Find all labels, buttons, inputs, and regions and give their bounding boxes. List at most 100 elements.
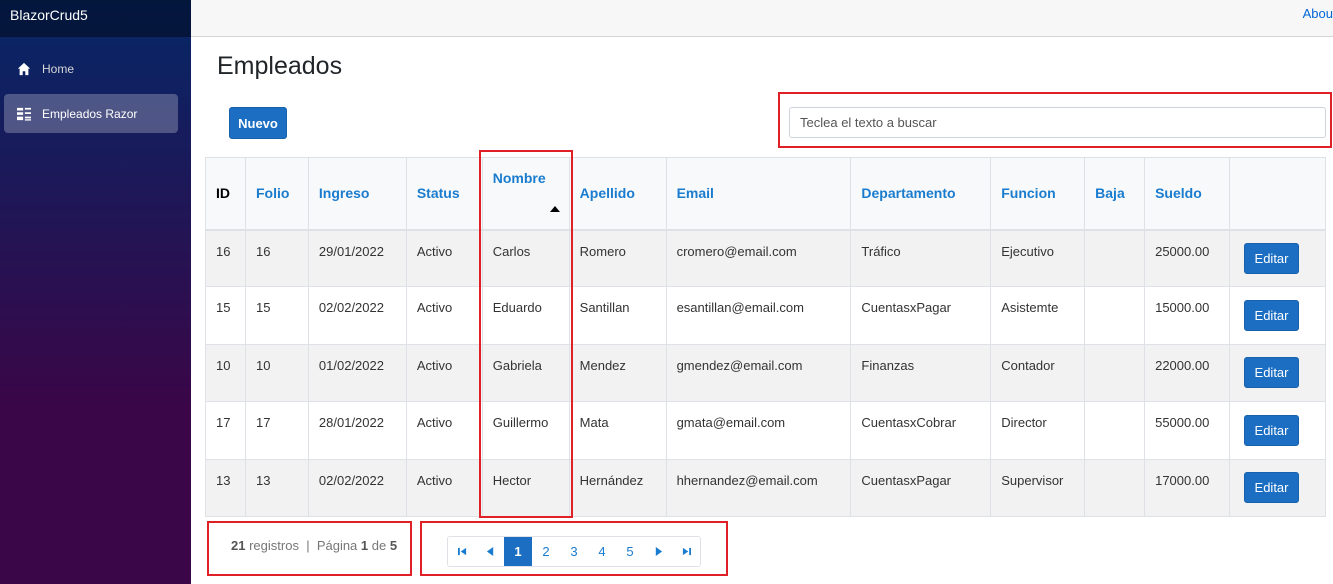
table-cell: Tráfico	[850, 228, 992, 288]
page-3-button[interactable]: 3	[560, 537, 588, 566]
table-cell: esantillan@email.com	[665, 286, 852, 345]
current-page-number: 1	[360, 538, 369, 553]
table-cell: cromero@email.com	[665, 228, 852, 288]
table-cell: Activo	[405, 343, 483, 403]
table-cell: 17000.00	[1144, 458, 1231, 517]
edit-button[interactable]: Editar	[1244, 357, 1300, 389]
column-header-status[interactable]: Status	[405, 157, 483, 231]
page-5-button[interactable]: 5	[616, 537, 644, 566]
table-cell: Activo	[405, 458, 483, 517]
page-label: Página	[316, 538, 358, 553]
table-cell: Mendez	[568, 343, 667, 403]
table-cell: 02/02/2022	[307, 286, 407, 345]
table-cell: Director	[990, 401, 1086, 460]
column-header-folio[interactable]: Folio	[244, 157, 309, 231]
table-cell: 02/02/2022	[307, 458, 407, 517]
of-label: de	[371, 538, 387, 553]
page-4-button[interactable]: 4	[588, 537, 616, 566]
table-row: 10 10 01/02/2022 Activo Gabriela Mendez gmende…	[205, 343, 1326, 403]
table-cell: gmata@email.com	[665, 401, 852, 460]
table-cell: hhernandez@email.com	[665, 458, 852, 517]
table-cell	[1084, 343, 1146, 403]
actions-cell: Editar	[1229, 286, 1326, 345]
actions-cell: Editar	[1229, 401, 1326, 460]
table-cell: 16	[205, 228, 246, 288]
search-input[interactable]	[789, 107, 1326, 138]
records-label: registros	[249, 538, 299, 553]
sidebar-item-home[interactable]: Home	[4, 49, 178, 88]
table-cell: Gabriela	[481, 343, 570, 403]
list-icon	[16, 106, 32, 122]
home-icon	[16, 61, 32, 77]
table-cell: Romero	[568, 228, 667, 288]
page-1-button[interactable]: 1	[504, 537, 532, 566]
table-cell: Activo	[405, 286, 483, 345]
brand-title[interactable]: BlazorCrud5	[0, 0, 191, 37]
actions-cell: Editar	[1229, 228, 1326, 288]
sidebar-item-empleados-razor[interactable]: Empleados Razor	[4, 94, 178, 133]
table-cell: 17	[205, 401, 246, 460]
edit-button[interactable]: Editar	[1244, 414, 1300, 446]
table-cell: Supervisor	[990, 458, 1086, 517]
table-cell: Santillan	[568, 286, 667, 345]
table-cell: Eduardo	[481, 286, 570, 345]
first-page-button[interactable]	[448, 537, 476, 566]
column-header-sueldo[interactable]: Sueldo	[1144, 157, 1231, 231]
pagination: 1 2 3 4 5	[447, 536, 701, 567]
previous-page-button[interactable]	[476, 537, 504, 566]
table-cell: Carlos	[481, 228, 570, 288]
about-link[interactable]: Abou	[1303, 6, 1333, 21]
table-cell: CuentasxPagar	[850, 286, 992, 345]
column-header-nombre[interactable]: Nombre	[481, 157, 570, 231]
column-header-departamento[interactable]: Departamento	[850, 157, 992, 231]
edit-button[interactable]: Editar	[1244, 472, 1300, 504]
next-page-icon	[655, 547, 662, 556]
table-cell: 15000.00	[1144, 286, 1231, 345]
column-header-baja[interactable]: Baja	[1084, 157, 1146, 231]
last-page-button[interactable]	[672, 537, 700, 566]
sidebar-item-label: Home	[42, 61, 75, 76]
table-cell: 55000.00	[1144, 401, 1231, 460]
table-cell: Finanzas	[850, 343, 992, 403]
page-2-button[interactable]: 2	[532, 537, 560, 566]
table-cell: Guillermo	[481, 401, 570, 460]
table-row: 16 16 29/01/2022 Activo Carlos Romero cromero@…	[205, 228, 1326, 288]
table-cell: 16	[244, 228, 309, 288]
table-cell: Mata	[568, 401, 667, 460]
record-count: 21	[231, 538, 246, 553]
last-page-icon	[682, 547, 691, 556]
table-cell	[1084, 458, 1146, 517]
column-header-email[interactable]: Email	[665, 157, 852, 231]
employees-table: ID Folio Ingreso Status Nombre Apellido …	[205, 157, 1326, 517]
table-cell: 10	[205, 343, 246, 403]
table-cell: 13	[244, 458, 309, 517]
new-button[interactable]: Nuevo	[229, 107, 287, 139]
column-header-funcion[interactable]: Funcion	[990, 157, 1086, 231]
edit-button[interactable]: Editar	[1244, 300, 1300, 332]
table-cell: Hernández	[568, 458, 667, 517]
table-cell: 29/01/2022	[307, 228, 407, 288]
column-header-actions	[1229, 157, 1326, 231]
table-cell: gmendez@email.com	[665, 343, 852, 403]
table-cell: 22000.00	[1144, 343, 1231, 403]
table-cell: Activo	[405, 228, 483, 288]
edit-button[interactable]: Editar	[1244, 242, 1300, 274]
table-cell: Hector	[481, 458, 570, 517]
table-cell	[1084, 401, 1146, 460]
table-cell: CuentasxPagar	[850, 458, 992, 517]
sidebar-item-label: Empleados Razor	[42, 106, 138, 121]
column-header-label: Nombre	[492, 170, 546, 186]
table-cell: Contador	[990, 343, 1086, 403]
next-page-button[interactable]	[644, 537, 672, 566]
sort-ascending-icon	[549, 206, 560, 212]
first-page-icon	[457, 547, 466, 556]
table-row: 15 15 02/02/2022 Activo Eduardo Santillan esan…	[205, 286, 1326, 345]
table-row: 17 17 28/01/2022 Activo Guillermo Mata gmata@e…	[205, 401, 1326, 460]
column-header-apellido[interactable]: Apellido	[568, 157, 667, 231]
table-header-row: ID Folio Ingreso Status Nombre Apellido …	[205, 157, 1326, 231]
actions-cell: Editar	[1229, 343, 1326, 403]
column-header-ingreso[interactable]: Ingreso	[307, 157, 407, 231]
column-header-id[interactable]: ID	[205, 157, 246, 231]
table-cell: 15	[244, 286, 309, 345]
table-cell: Ejecutivo	[990, 228, 1086, 288]
